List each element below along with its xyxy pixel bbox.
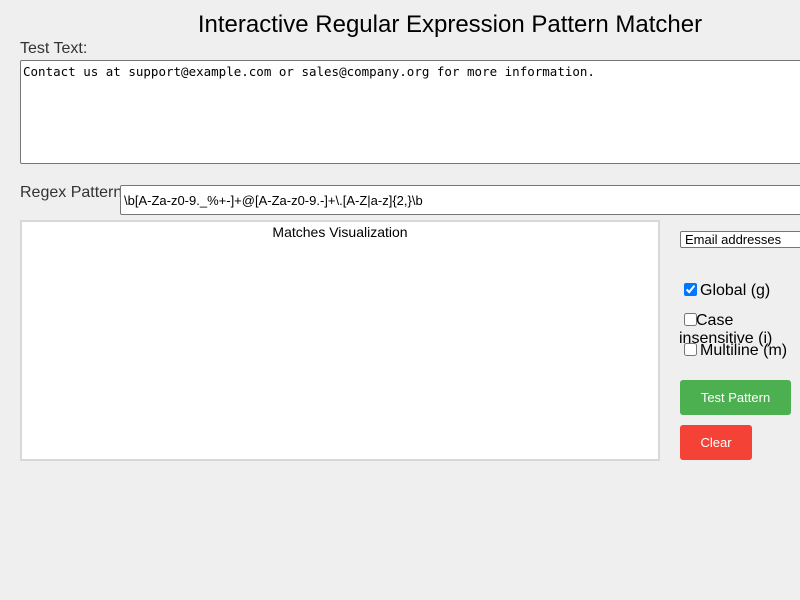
regex-pattern-input[interactable] [120,185,800,215]
page-title: Interactive Regular Expression Pattern M… [197,11,703,38]
pattern-preset-selected: Email addresses [685,232,782,247]
multiline-flag-option[interactable]: Multiline (m) [683,342,787,360]
multiline-flag-label: Multiline (m) [700,342,788,359]
multiline-flag-checkbox[interactable] [684,343,697,356]
test-pattern-button[interactable]: Test Pattern [680,380,791,415]
global-flag-option[interactable]: Global (g) [683,282,770,300]
pattern-preset-select[interactable]: Email addresses [680,231,800,248]
matches-visualization-title: Matches Visualization [272,224,408,240]
test-text-label: Test Text: [20,40,88,57]
regex-pattern-label: Regex Pattern [20,184,123,201]
clear-button[interactable]: Clear [680,425,752,460]
global-flag-label: Global (g) [700,282,771,299]
matches-visualization-panel: Matches Visualization [20,220,660,461]
test-text-input[interactable]: Contact us at support@example.com or sal… [20,60,800,164]
global-flag-checkbox[interactable] [684,283,697,296]
